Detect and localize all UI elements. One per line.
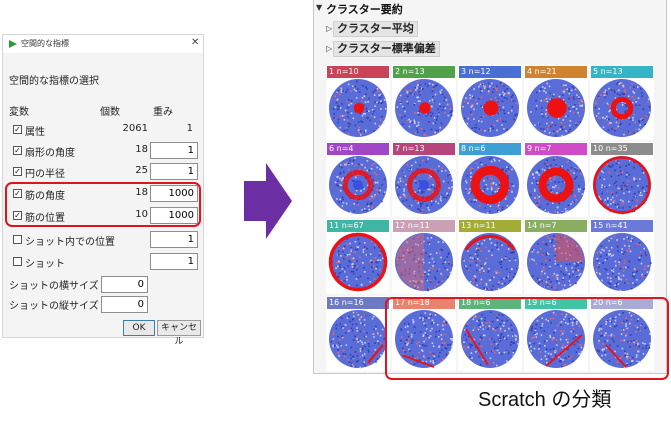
cluster-tile[interactable]: 14 n=7 <box>524 219 588 294</box>
cluster-label: 2 n=13 <box>393 66 455 78</box>
cluster-tile[interactable]: 12 n=11 <box>392 219 456 294</box>
wafer-map <box>461 233 519 291</box>
wafer-map <box>461 79 519 137</box>
variable-row: ショット <box>3 250 203 272</box>
highlight-box <box>5 182 201 227</box>
wafer-map <box>527 79 586 137</box>
cluster-label: 11 n=67 <box>327 220 389 232</box>
scratch-caption: Scratch の分類 <box>478 389 612 411</box>
cluster-label: 15 n=41 <box>591 220 653 232</box>
cluster-label: 3 n=12 <box>459 66 521 78</box>
variable-name: ショット内での位置 <box>25 237 115 248</box>
collapse-triangle-icon[interactable]: ▼ <box>316 3 322 12</box>
cluster-stddev-heading[interactable]: クラスター標準偏差 <box>333 41 440 57</box>
close-icon[interactable]: ✕ <box>191 37 199 48</box>
wafer-map <box>395 156 453 214</box>
cluster-tile[interactable]: 2 n=13 <box>392 65 456 140</box>
cancel-button[interactable]: キャンセル <box>157 320 201 347</box>
cluster-label: 16 n=16 <box>327 297 389 309</box>
variable-count: 2061 <box>122 123 148 134</box>
wafer-map <box>329 310 387 369</box>
app-icon <box>9 40 17 48</box>
variable-name: 扇形の角度 <box>25 148 75 159</box>
wafer-map <box>527 156 585 214</box>
variable-row: ✓ 属性 2061 1 <box>3 118 203 140</box>
wafer-map <box>593 233 652 292</box>
cluster-tile[interactable]: 3 n=12 <box>458 65 522 140</box>
variable-name: ショット <box>25 259 65 270</box>
weight-field[interactable] <box>150 163 198 180</box>
cluster-label: 13 n=11 <box>459 220 521 232</box>
cluster-tile[interactable]: 4 n=21 <box>524 65 588 140</box>
cluster-tile[interactable]: 8 n=6 <box>458 142 522 217</box>
weight-field[interactable] <box>150 231 198 248</box>
wafer-map <box>527 233 585 291</box>
weight-field[interactable] <box>150 253 198 270</box>
column-header-weight: 重み <box>153 107 173 118</box>
variable-row: ✓ 扇形の角度 18 <box>3 139 203 161</box>
cluster-tile[interactable]: 6 n=4 <box>326 142 390 217</box>
column-header-count: 個数 <box>100 107 120 118</box>
expand-triangle-icon[interactable]: ▷ <box>326 24 332 33</box>
checkbox-unchecked[interactable] <box>13 257 22 266</box>
variable-row: ✓ 円の半径 25 <box>3 160 203 182</box>
cluster-label: 12 n=11 <box>393 220 455 232</box>
cluster-tile[interactable]: 13 n=11 <box>458 219 522 294</box>
weight-field[interactable] <box>150 142 198 159</box>
wafer-map <box>329 156 387 214</box>
spatial-indices-dialog: 空間的な指標 ✕ 空間的な指標の選択 変数 個数 重み ✓ 属性 2061 1 ✓ 扇形の… <box>2 34 204 347</box>
cluster-tile[interactable]: 16 n=16 <box>326 296 390 371</box>
wafer-map <box>593 79 651 137</box>
wafer-map <box>593 156 651 215</box>
shot-height-label: ショットの縦サイズ <box>9 301 99 312</box>
cluster-label: 8 n=6 <box>459 143 521 155</box>
dialog-title: 空間的な指標 <box>21 39 69 48</box>
wafer-map <box>395 79 454 137</box>
wafer-map <box>329 79 387 137</box>
variable-count: 18 <box>135 144 148 155</box>
cluster-label: 7 n=13 <box>393 143 455 155</box>
cluster-label: 1 n=10 <box>327 66 389 78</box>
cluster-tile[interactable]: 1 n=10 <box>326 65 390 140</box>
variable-name: 円の半径 <box>25 169 65 180</box>
weight-value: 1 <box>186 123 193 134</box>
shot-width-field[interactable] <box>101 276 148 293</box>
variable-name: 属性 <box>25 127 45 138</box>
cluster-label: 4 n=21 <box>525 66 587 78</box>
cluster-tile[interactable]: 7 n=13 <box>392 142 456 217</box>
dialog-titlebar: 空間的な指標 ✕ <box>3 35 203 53</box>
shot-height-field[interactable] <box>101 296 148 313</box>
cluster-label: 9 n=7 <box>525 143 587 155</box>
right-arrow-icon <box>244 163 292 239</box>
wafer-map <box>395 233 453 292</box>
cluster-tile[interactable]: 15 n=41 <box>590 219 654 294</box>
column-header-variable: 変数 <box>9 107 29 118</box>
checkbox-unchecked[interactable] <box>13 235 22 244</box>
checkbox-checked[interactable]: ✓ <box>13 167 22 176</box>
cluster-label: 10 n=35 <box>591 143 653 155</box>
checkbox-checked[interactable]: ✓ <box>13 146 22 155</box>
variable-count: 25 <box>135 165 148 176</box>
dialog-heading: 空間的な指標の選択 <box>9 76 99 87</box>
cluster-tile[interactable]: 11 n=67 <box>326 219 390 294</box>
cluster-tile[interactable]: 9 n=7 <box>524 142 588 217</box>
wafer-map <box>461 156 519 214</box>
cluster-label: 14 n=7 <box>525 220 587 232</box>
expand-triangle-icon[interactable]: ▷ <box>326 44 332 53</box>
ok-button[interactable]: OK <box>123 320 155 336</box>
checkbox-checked[interactable]: ✓ <box>13 125 22 134</box>
wafer-map <box>328 232 388 292</box>
cluster-mean-heading[interactable]: クラスター平均 <box>333 21 418 37</box>
scratch-highlight-box <box>385 297 669 380</box>
cluster-label: 6 n=4 <box>327 143 389 155</box>
cluster-summary-title: クラスター要約 <box>326 3 403 16</box>
cluster-tile[interactable]: 5 n=13 <box>590 65 654 140</box>
cluster-label: 5 n=13 <box>591 66 653 78</box>
cluster-tile[interactable]: 10 n=35 <box>590 142 654 217</box>
variable-row: ショット内での位置 <box>3 228 203 250</box>
shot-width-label: ショットの横サイズ <box>9 281 99 292</box>
